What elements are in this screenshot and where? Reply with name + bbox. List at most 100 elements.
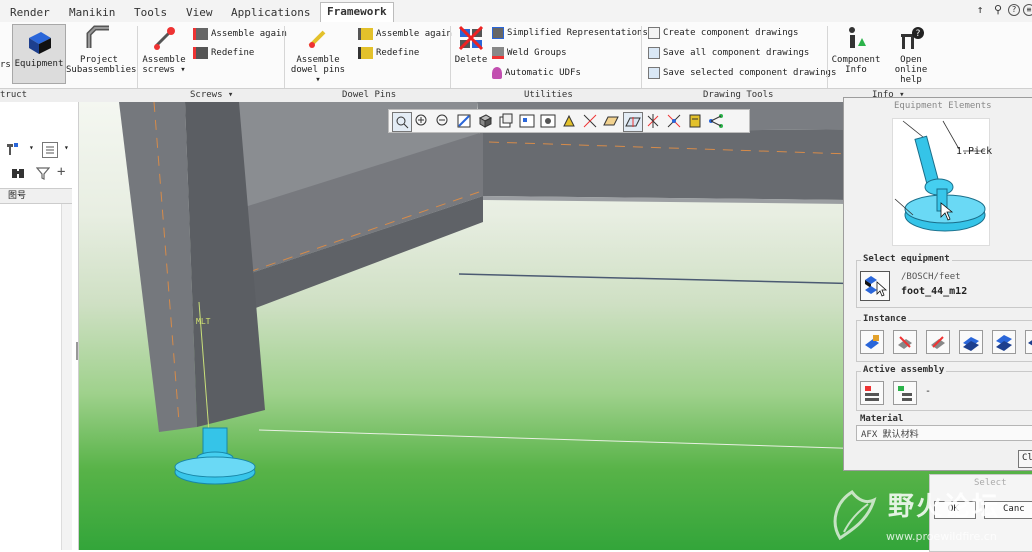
repaint-icon[interactable] <box>455 112 473 130</box>
perspective-icon[interactable] <box>539 112 557 130</box>
instance-place-button[interactable] <box>860 330 884 354</box>
tree-settings-dropdown-icon[interactable]: ▾ <box>29 143 34 152</box>
tree-column-header[interactable]: 图号 <box>0 188 72 204</box>
component-info-button[interactable]: Component Info <box>831 24 881 75</box>
find-icon[interactable] <box>11 166 25 180</box>
assemble-dowel-pins-button[interactable]: Assemble dowel pins ▾ <box>288 24 348 85</box>
filter-icon[interactable] <box>35 166 51 180</box>
assemble-screws-label-1: Assemble <box>142 55 186 65</box>
datum-axis-display-icon[interactable] <box>581 112 599 130</box>
dowel-redefine-button[interactable]: Redefine <box>358 46 419 60</box>
assemble-dowel-label-2: dowel pins ▾ <box>290 65 346 85</box>
component-info-label-2: Info <box>845 65 867 75</box>
dialog-title-bar[interactable]: Equipment Elements <box>844 98 1032 116</box>
clipped-button-label[interactable]: rs <box>0 60 11 70</box>
create-component-drawings-button[interactable]: Create component drawings <box>648 26 798 40</box>
instance-more-button[interactable] <box>1025 330 1032 354</box>
delete-button[interactable]: Delete <box>453 24 489 65</box>
display-style-icon[interactable] <box>476 112 494 130</box>
open-online-help-button[interactable]: ? Open online help <box>882 24 940 85</box>
dialog-title: Equipment Elements <box>894 101 992 111</box>
instance-mirror-button[interactable] <box>926 330 950 354</box>
watermark-logo-icon <box>833 489 877 541</box>
group-separator <box>827 26 828 88</box>
simplified-representations-button[interactable]: Simplified Representations <box>492 26 648 40</box>
tab-framework[interactable]: Framework <box>320 2 394 23</box>
group-separator <box>450 26 451 88</box>
datum-point-display-icon[interactable] <box>623 112 643 132</box>
project-subassemblies-button[interactable]: Project Subassemblies <box>66 24 137 75</box>
dowel-assemble-again-button[interactable]: Assemble again <box>358 27 452 41</box>
view-manager-icon[interactable] <box>518 112 536 130</box>
add-column-icon[interactable]: + <box>57 164 65 180</box>
weld-groups-button[interactable]: Weld Groups <box>492 46 567 60</box>
zoom-in-icon[interactable] <box>413 112 431 130</box>
assemble-again-icon <box>358 27 373 40</box>
spin-center-icon[interactable] <box>560 112 578 130</box>
datum-plane-display-icon[interactable] <box>602 112 620 130</box>
assemble-screws-label-2: screws ▾ <box>142 65 186 75</box>
active-assembly-select-button[interactable] <box>860 381 884 405</box>
active-assembly-tree-button[interactable] <box>893 381 917 405</box>
select-equipment-button[interactable] <box>860 271 890 301</box>
help-icon[interactable]: ? <box>1008 4 1020 16</box>
tree-scrollbar[interactable] <box>61 204 72 550</box>
preview-pick-label: 1.Pick <box>956 146 993 157</box>
material-title: Material <box>860 414 904 424</box>
show-list-icon[interactable] <box>42 142 58 158</box>
screws-redefine-button[interactable]: Redefine <box>193 46 254 60</box>
group-label-screws[interactable]: Screws ▾ <box>190 89 233 102</box>
assemble-screws-button[interactable]: Assemble screws ▾ <box>140 24 188 75</box>
save-all-icon <box>648 46 660 59</box>
screw-icon <box>150 24 178 52</box>
open-help-label-2: help <box>900 75 922 85</box>
svg-text:?: ? <box>916 29 921 39</box>
leg-datum-label: MLT <box>196 317 211 326</box>
panel-splitter-handle[interactable] <box>76 342 78 360</box>
instance-move-button[interactable] <box>959 330 983 354</box>
zoom-out-icon[interactable] <box>434 112 452 130</box>
equipment-button[interactable]: Equipment <box>12 24 66 84</box>
instance-copy-button[interactable] <box>893 330 917 354</box>
tree-settings-icon[interactable] <box>6 142 20 156</box>
close-button-label: Cl <box>1022 453 1032 463</box>
active-assembly-title: Active assembly <box>861 365 947 375</box>
project-label-2: Subassemblies <box>66 65 137 75</box>
create-drawings-label: Create component drawings <box>663 28 799 38</box>
instance-rotate-button[interactable] <box>992 330 1016 354</box>
redefine-icon <box>358 46 373 59</box>
group-label-utilities: Utilities <box>524 90 573 100</box>
annotation-display-icon[interactable] <box>665 112 683 130</box>
close-button[interactable]: Cl <box>1018 450 1032 468</box>
csys-display-icon[interactable] <box>644 112 662 130</box>
redefine-icon <box>193 46 208 59</box>
tab-view[interactable]: View <box>186 4 213 21</box>
spin-center-toggle-icon[interactable] <box>686 112 704 130</box>
active-assembly-section: Active assembly - <box>856 365 1032 411</box>
tab-render[interactable]: Render <box>10 4 50 21</box>
udf-icon <box>492 66 502 79</box>
saved-views-icon[interactable] <box>497 112 515 130</box>
save-all-drawings-button[interactable]: Save all component drawings <box>648 46 809 60</box>
group-separator <box>137 26 138 88</box>
material-value: AFX 默认材料 <box>861 430 919 440</box>
weld-groups-icon <box>492 46 504 59</box>
show-list-dropdown-icon[interactable]: ▾ <box>64 143 69 152</box>
project-label-1: Project <box>80 55 118 65</box>
search-icon[interactable]: ⚲ <box>992 4 1004 16</box>
refit-icon[interactable] <box>392 112 412 132</box>
settings-icon[interactable]: ≡ <box>1023 4 1032 16</box>
dowel-assemble-again-label: Assemble again <box>376 29 452 39</box>
screws-assemble-again-button[interactable]: Assemble again <box>193 27 287 41</box>
material-field[interactable]: AFX 默认材料 <box>856 425 1032 441</box>
tab-applications[interactable]: Applications <box>231 4 310 21</box>
subassembly-icon <box>85 24 113 52</box>
automatic-udfs-button[interactable]: Automatic UDFs <box>492 66 581 80</box>
tab-manikin[interactable]: Manikin <box>69 4 115 21</box>
minimize-ribbon-icon[interactable]: ↑ <box>974 4 986 16</box>
save-selected-drawings-button[interactable]: Save selected component drawings <box>648 66 836 80</box>
flex-icon[interactable] <box>707 112 725 130</box>
simplified-rep-icon <box>492 26 504 39</box>
watermark-text: 野火论坛 <box>888 492 1001 522</box>
tab-tools[interactable]: Tools <box>134 4 167 21</box>
